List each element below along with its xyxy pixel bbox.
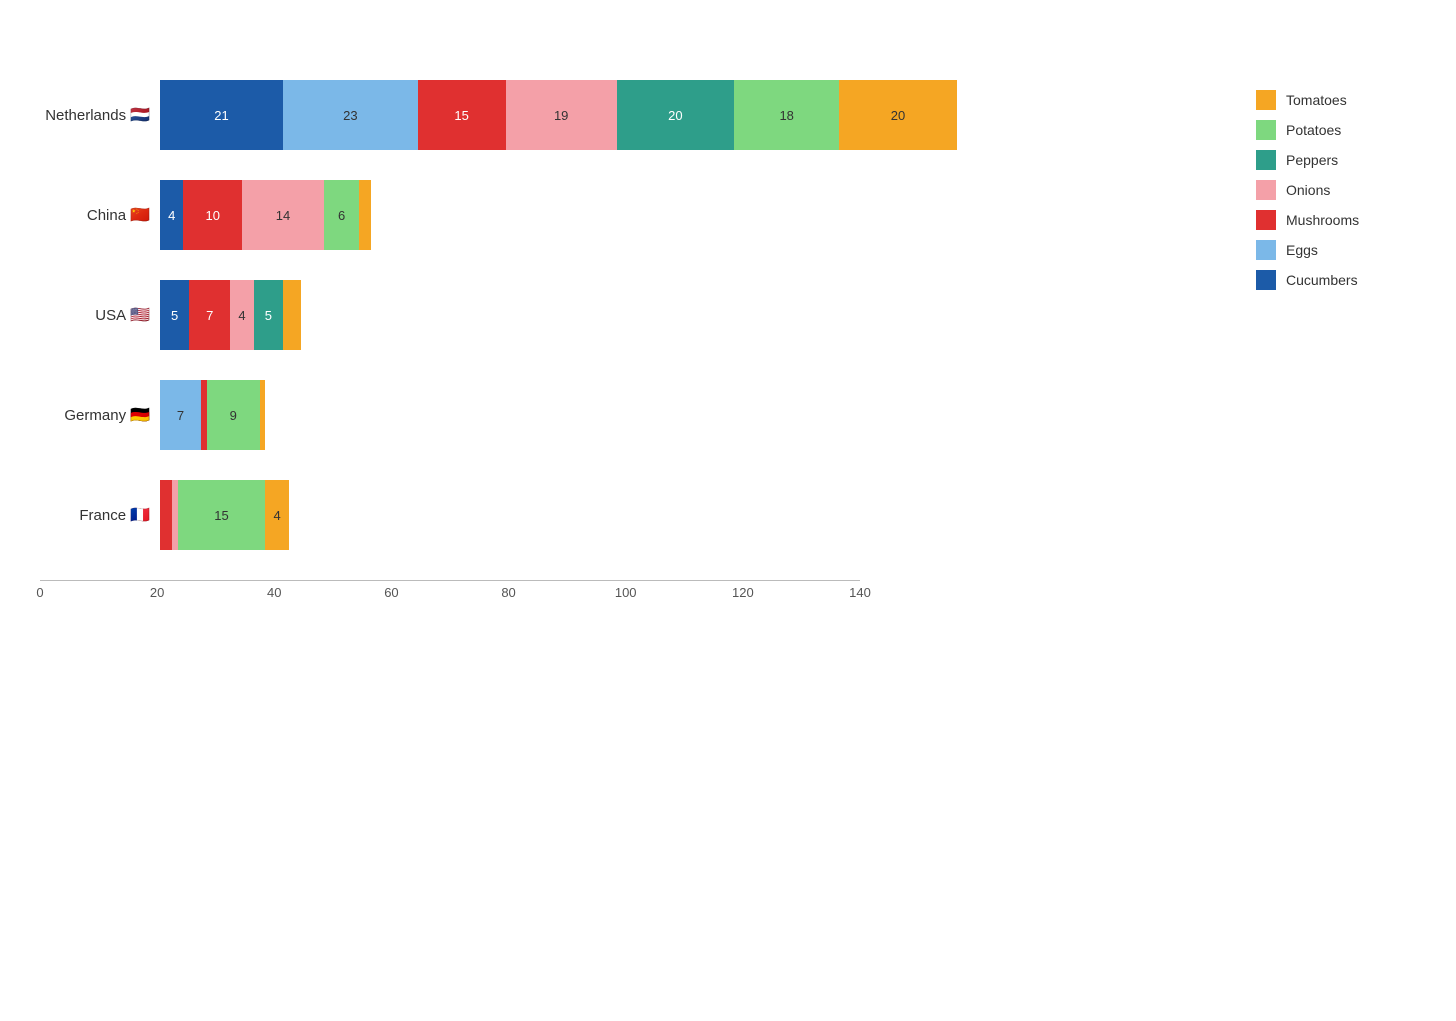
- chart-container: Netherlands 🇳🇱21231519201820China 🇨🇳4101…: [40, 80, 1416, 605]
- x-tick-100: 100: [615, 585, 637, 600]
- chart-row: France 🇫🇷154: [160, 480, 1216, 550]
- row-label: China 🇨🇳: [40, 205, 150, 225]
- legend-label-eggs: Eggs: [1286, 242, 1318, 258]
- bar-segment-potatoes: 18: [734, 80, 839, 150]
- legend-label-mushrooms: Mushrooms: [1286, 212, 1359, 228]
- bar-wrapper: 21231519201820: [160, 80, 957, 150]
- legend-item-tomatoes: Tomatoes: [1256, 90, 1416, 110]
- x-tick-0: 0: [36, 585, 43, 600]
- bar-segment-tomatoes: 20: [839, 80, 956, 150]
- x-tick-120: 120: [732, 585, 754, 600]
- legend-swatch-peppers: [1256, 150, 1276, 170]
- bar-wrapper: 5745: [160, 280, 301, 350]
- legend-label-potatoes: Potatoes: [1286, 122, 1341, 138]
- x-tick-60: 60: [384, 585, 398, 600]
- bar-wrapper: 79: [160, 380, 265, 450]
- chart-area: Netherlands 🇳🇱21231519201820China 🇨🇳4101…: [40, 80, 1216, 605]
- bar-segment-cucumbers: 21: [160, 80, 283, 150]
- bar-segment-mushrooms: [160, 480, 172, 550]
- bar-segment-tomatoes: [283, 280, 301, 350]
- legend-swatch-mushrooms: [1256, 210, 1276, 230]
- row-label: Germany 🇩🇪: [40, 405, 150, 425]
- row-label: USA 🇺🇸: [40, 305, 150, 325]
- bar-segment-potatoes: 15: [178, 480, 266, 550]
- bar-wrapper: 154: [160, 480, 289, 550]
- bar-segment-onions: 14: [242, 180, 324, 250]
- legend-swatch-potatoes: [1256, 120, 1276, 140]
- legend-item-peppers: Peppers: [1256, 150, 1416, 170]
- chart-row: China 🇨🇳410146: [160, 180, 1216, 250]
- legend-item-mushrooms: Mushrooms: [1256, 210, 1416, 230]
- x-tick-140: 140: [849, 585, 871, 600]
- bar-segment-potatoes: 9: [207, 380, 260, 450]
- bar-segment-mushrooms: 10: [183, 180, 242, 250]
- bar-wrapper: 410146: [160, 180, 371, 250]
- bar-segment-onions: 19: [506, 80, 617, 150]
- legend-item-onions: Onions: [1256, 180, 1416, 200]
- legend-swatch-tomatoes: [1256, 90, 1276, 110]
- bar-segment-eggs: 23: [283, 80, 418, 150]
- rows-area: Netherlands 🇳🇱21231519201820China 🇨🇳4101…: [40, 80, 1216, 550]
- bar-segment-cucumbers: 5: [160, 280, 189, 350]
- chart-row: USA 🇺🇸5745: [160, 280, 1216, 350]
- legend-swatch-cucumbers: [1256, 270, 1276, 290]
- legend-item-cucumbers: Cucumbers: [1256, 270, 1416, 290]
- legend-item-eggs: Eggs: [1256, 240, 1416, 260]
- legend-label-tomatoes: Tomatoes: [1286, 92, 1347, 108]
- legend: Tomatoes Potatoes Peppers Onions Mushrooms Eg…: [1256, 80, 1416, 290]
- row-label: France 🇫🇷: [40, 505, 150, 525]
- bar-segment-peppers: 20: [617, 80, 734, 150]
- legend-swatch-onions: [1256, 180, 1276, 200]
- x-tick-40: 40: [267, 585, 281, 600]
- bar-segment-mushrooms: 7: [189, 280, 230, 350]
- legend-label-cucumbers: Cucumbers: [1286, 272, 1358, 288]
- x-tick-20: 20: [150, 585, 164, 600]
- chart-row: Netherlands 🇳🇱21231519201820: [160, 80, 1216, 150]
- row-label: Netherlands 🇳🇱: [40, 105, 150, 125]
- bar-segment-tomatoes: [260, 380, 266, 450]
- x-axis: 020406080100120140: [40, 580, 860, 605]
- bar-segment-peppers: 5: [254, 280, 283, 350]
- bar-segment-tomatoes: 4: [265, 480, 288, 550]
- bar-segment-mushrooms: 15: [418, 80, 506, 150]
- legend-label-onions: Onions: [1286, 182, 1330, 198]
- x-tick-80: 80: [501, 585, 515, 600]
- bar-segment-onions: 4: [230, 280, 253, 350]
- bar-segment-tomatoes: [359, 180, 371, 250]
- legend-swatch-eggs: [1256, 240, 1276, 260]
- chart-row: Germany 🇩🇪79: [160, 380, 1216, 450]
- legend-label-peppers: Peppers: [1286, 152, 1338, 168]
- bar-segment-eggs: 7: [160, 380, 201, 450]
- bar-segment-potatoes: 6: [324, 180, 359, 250]
- bar-segment-cucumbers: 4: [160, 180, 183, 250]
- legend-item-potatoes: Potatoes: [1256, 120, 1416, 140]
